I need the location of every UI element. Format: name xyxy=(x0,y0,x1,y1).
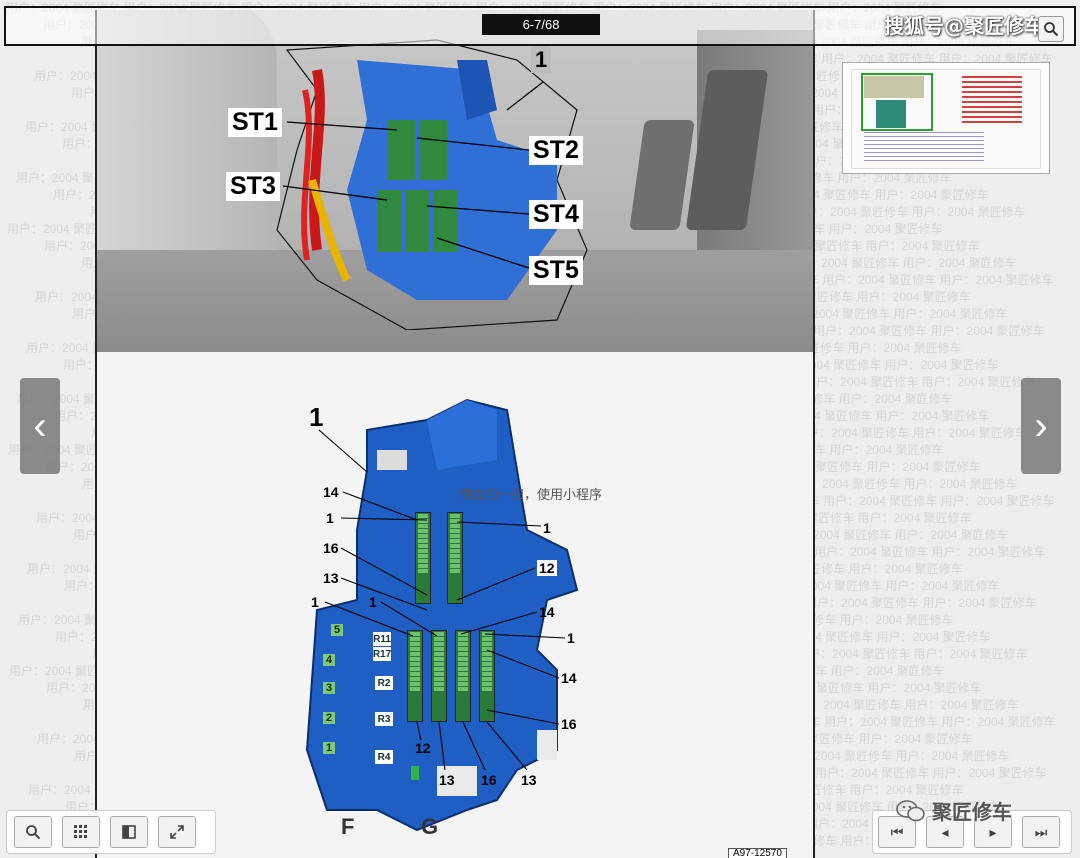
connector-label-g: G xyxy=(421,814,439,839)
last-page-button[interactable]: ⏭ xyxy=(1022,816,1060,848)
magnifier-icon xyxy=(26,825,41,840)
document-page: 1 ST1 ST2 ST3 ST4 ST5 5 4 3 2 1 R11 R17 … xyxy=(95,10,815,858)
brand-watermark-top: 搜狐号@聚匠修车 xyxy=(884,14,1044,38)
brand-text: 聚匠修车 xyxy=(932,800,1012,824)
grid-view-button[interactable] xyxy=(62,816,100,848)
next-page-button[interactable]: › xyxy=(1021,378,1061,474)
qr-hint: 微信扫一扫，使用小程序 xyxy=(459,488,603,503)
wechat-icon xyxy=(896,799,925,821)
book-view-button[interactable] xyxy=(110,816,148,848)
fullscreen-button[interactable] xyxy=(158,816,196,848)
brand-watermark-bottom: 聚匠修车 xyxy=(896,796,1012,825)
search-button[interactable] xyxy=(1038,16,1064,42)
zoom-button[interactable] xyxy=(14,816,52,848)
figure-code: A97-12570 xyxy=(728,848,787,858)
book-icon xyxy=(122,825,136,839)
expand-icon xyxy=(170,825,184,839)
thumbnail-viewport xyxy=(861,73,933,131)
page-indicator: 6-7/68 xyxy=(482,14,600,35)
prev-page-button[interactable]: ‹ xyxy=(20,378,60,474)
page-thumbnail[interactable] xyxy=(842,62,1050,174)
search-icon xyxy=(1044,22,1059,37)
grid-icon xyxy=(74,825,87,838)
connector-label-f: F xyxy=(341,814,355,839)
diagram-leader-lines xyxy=(318,429,566,771)
